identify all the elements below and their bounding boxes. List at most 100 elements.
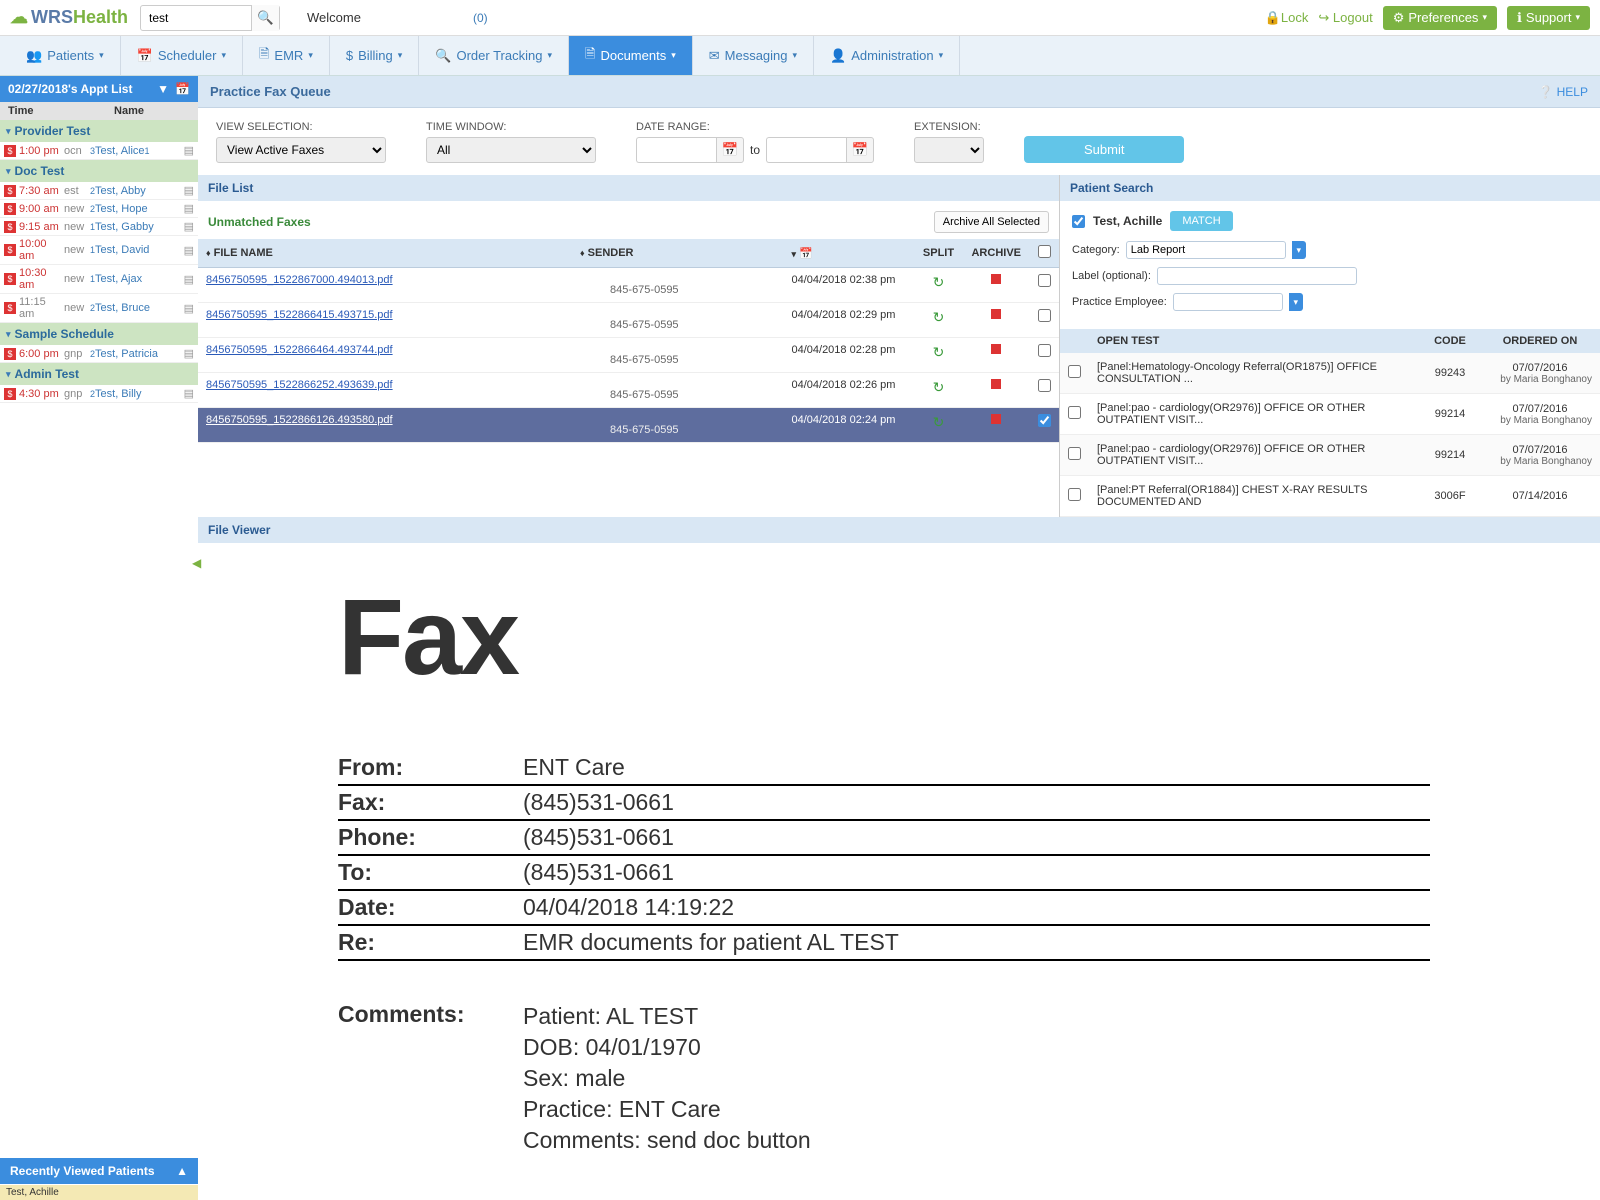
row-checkbox[interactable] [1038,344,1051,357]
file-row[interactable]: 8456750595_1522866464.493744.pdf845-675-… [198,338,1059,373]
date-from-cal-button[interactable]: 📅 [716,137,744,163]
patient-link[interactable]: Test, David [95,244,149,256]
nav-patients[interactable]: 👥Patients▾ [10,36,121,75]
appt-row[interactable]: $1:00 pmocn3 Test, Alice1▤ [0,142,198,160]
note-icon[interactable]: ▤ [184,184,194,197]
split-icon[interactable]: ↻ [933,274,945,290]
category-select[interactable] [1126,241,1286,259]
note-icon[interactable]: ▤ [184,202,194,215]
search-button[interactable]: 🔍 [251,5,279,31]
patient-checkbox[interactable] [1072,215,1085,228]
nav-billing[interactable]: $Billing▾ [330,36,419,75]
split-icon[interactable]: ↻ [933,414,945,430]
provider-section-header[interactable]: ▾ Sample Schedule [0,323,198,345]
chevron-down-icon[interactable]: ▾ [1292,241,1306,259]
date-from-input[interactable] [636,137,716,163]
appt-row[interactable]: $9:15 amnew1 Test, Gabby▤ [0,218,198,236]
logout-link[interactable]: ↪ Logout [1318,10,1372,26]
patient-link[interactable]: Test, Bruce [95,302,150,314]
order-checkbox[interactable] [1068,406,1081,419]
note-icon[interactable]: ▤ [184,302,194,315]
file-link[interactable]: 8456750595_1522866252.493639.pdf [206,379,393,391]
preferences-button[interactable]: ⚙ Preferences▾ [1383,6,1497,30]
appt-row[interactable]: $9:00 amnew2 Test, Hope▤ [0,200,198,218]
appt-row[interactable]: $7:30 amest2 Test, Abby▤ [0,182,198,200]
patient-link[interactable]: Test, Patricia [95,348,158,360]
col-file-name[interactable]: ♦FILE NAME [198,239,572,268]
date-to-input[interactable] [766,137,846,163]
time-select[interactable]: All [426,137,596,163]
patient-link[interactable]: Test, Abby [95,185,146,197]
submit-button[interactable]: Submit [1024,136,1184,163]
nav-messaging[interactable]: ✉Messaging▾ [693,36,814,75]
note-icon[interactable]: ▤ [184,220,194,233]
match-button[interactable]: MATCH [1170,211,1232,231]
file-link[interactable]: 8456750595_1522867000.494013.pdf [206,274,393,286]
note-icon[interactable]: ▤ [184,244,194,257]
file-row[interactable]: 8456750595_1522866415.493715.pdf845-675-… [198,303,1059,338]
recently-viewed-header[interactable]: Recently Viewed Patients▲ [0,1158,198,1184]
search-input[interactable] [141,11,251,25]
label-input[interactable] [1157,267,1357,285]
order-checkbox[interactable] [1068,365,1081,378]
provider-section-header[interactable]: ▾ Admin Test [0,363,198,385]
file-link[interactable]: 8456750595_1522866415.493715.pdf [206,309,393,321]
appt-row[interactable]: $11:15 amnew2 Test, Bruce▤ [0,294,198,323]
order-checkbox[interactable] [1068,447,1081,460]
appt-row[interactable]: $6:00 pmgnp2 Test, Patricia▤ [0,345,198,363]
note-icon[interactable]: ▤ [184,273,194,286]
order-row[interactable]: [Panel:Hematology-Oncology Referral(OR18… [1060,353,1600,394]
split-icon[interactable]: ↻ [933,309,945,325]
provider-section-header[interactable]: ▾ Doc Test [0,160,198,182]
global-search[interactable]: 🔍 [140,5,280,31]
patient-link[interactable]: Test, Billy [95,388,141,400]
recently-viewed-item[interactable]: Test, Achille [0,1185,198,1200]
row-checkbox[interactable] [1038,309,1051,322]
file-link[interactable]: 8456750595_1522866126.493580.pdf [206,414,393,426]
order-row[interactable]: [Panel:pao - cardiology(OR2976)] OFFICE … [1060,394,1600,435]
archive-icon[interactable] [991,379,1001,389]
split-icon[interactable]: ↻ [933,344,945,360]
archive-icon[interactable] [991,344,1001,354]
extension-select[interactable] [914,137,984,163]
lock-link[interactable]: 🔒Lock [1265,10,1309,26]
file-row[interactable]: 8456750595_1522866252.493639.pdf845-675-… [198,373,1059,408]
patient-link[interactable]: Test, Hope [95,203,148,215]
nav-scheduler[interactable]: 📅Scheduler▾ [121,36,243,75]
archive-icon[interactable] [991,414,1001,424]
nav-documents[interactable]: 🗎Documents▾ [569,36,693,75]
col-date[interactable]: ▾📅 [783,239,913,268]
filter-icon[interactable]: ▼ [157,82,169,96]
file-row[interactable]: 8456750595_1522866126.493580.pdf845-675-… [198,408,1059,443]
notification-count[interactable]: (0) [473,11,488,25]
row-checkbox[interactable] [1038,414,1051,427]
archive-all-button[interactable]: Archive All Selected [934,211,1049,233]
archive-icon[interactable] [991,309,1001,319]
file-link[interactable]: 8456750595_1522866464.493744.pdf [206,344,393,356]
split-icon[interactable]: ↻ [933,379,945,395]
provider-section-header[interactable]: ▾ Provider Test [0,120,198,142]
note-icon[interactable]: ▤ [184,144,194,157]
row-checkbox[interactable] [1038,379,1051,392]
order-checkbox[interactable] [1068,488,1081,501]
employee-select[interactable] [1173,293,1283,311]
nav-order-tracking[interactable]: 🔍Order Tracking▾ [419,36,569,75]
file-row[interactable]: 8456750595_1522867000.494013.pdf845-675-… [198,268,1059,303]
chevron-down-icon[interactable]: ▾ [1289,293,1303,311]
note-icon[interactable]: ▤ [184,387,194,400]
patient-link[interactable]: Test, Alice [95,145,145,157]
archive-icon[interactable] [991,274,1001,284]
patient-link[interactable]: Test, Ajax [95,273,142,285]
support-button[interactable]: ℹ Support▾ [1507,6,1590,30]
col-sender[interactable]: ♦SENDER [572,239,783,268]
note-icon[interactable]: ▤ [184,347,194,360]
appt-row[interactable]: $10:00 amnew1 Test, David▤ [0,236,198,265]
sidebar-toggle-icon[interactable]: ◀ [192,556,201,570]
order-row[interactable]: [Panel:pao - cardiology(OR2976)] OFFICE … [1060,435,1600,476]
calendar-icon[interactable]: 📅 [175,82,190,96]
patient-link[interactable]: Test, Gabby [95,221,154,233]
date-to-cal-button[interactable]: 📅 [846,137,874,163]
appt-row[interactable]: $10:30 amnew1 Test, Ajax▤ [0,265,198,294]
row-checkbox[interactable] [1038,274,1051,287]
nav-emr[interactable]: 🗎EMR▾ [243,36,330,75]
